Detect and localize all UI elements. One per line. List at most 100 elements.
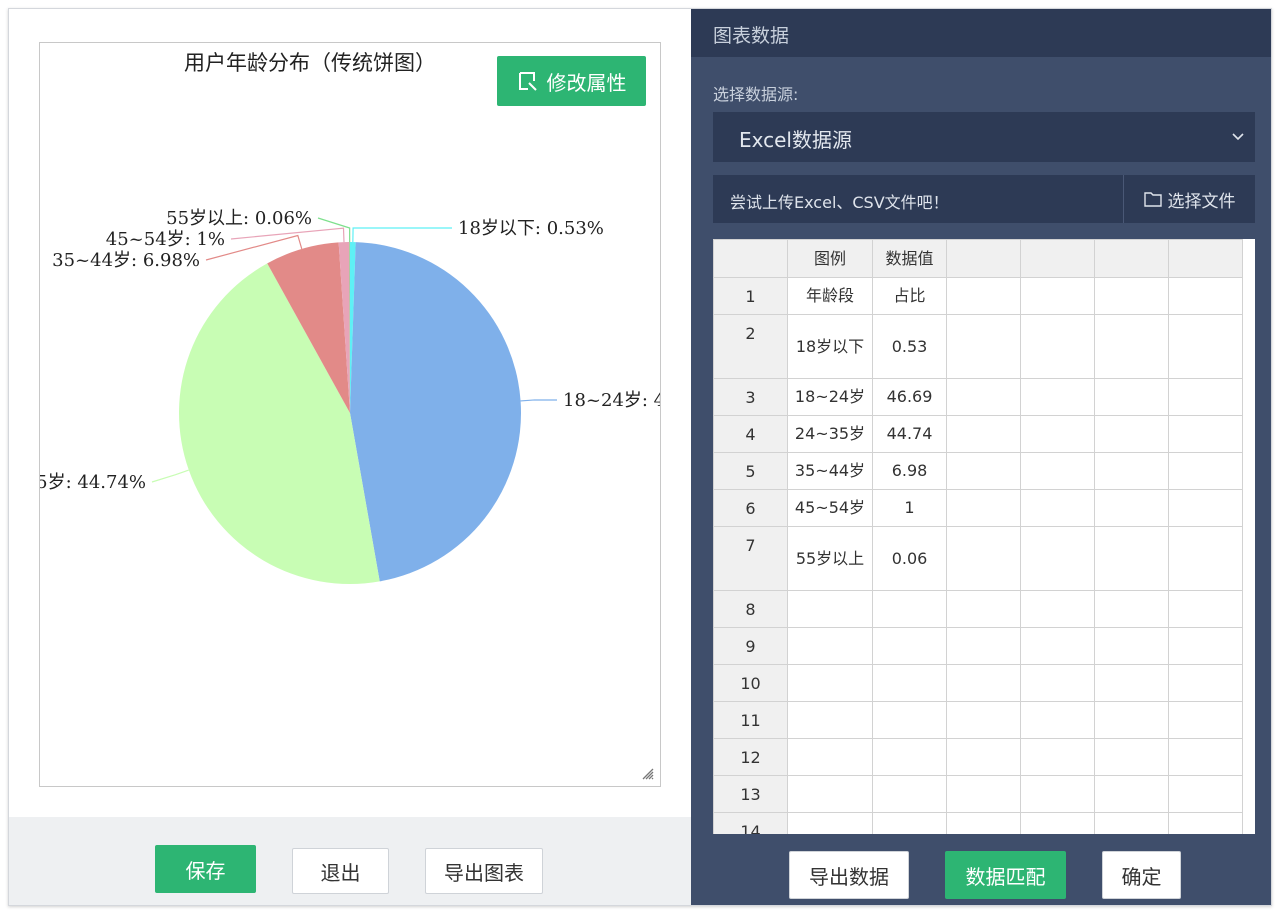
grid-cell[interactable]: 年龄段 xyxy=(787,277,873,315)
grid-cell[interactable] xyxy=(1168,627,1243,665)
grid-cell[interactable] xyxy=(946,627,1021,665)
grid-cell[interactable] xyxy=(946,277,1021,315)
grid-cell[interactable] xyxy=(1020,738,1095,776)
grid-cell[interactable] xyxy=(946,738,1021,776)
exit-button[interactable]: 退出 xyxy=(292,848,389,894)
grid-cell[interactable] xyxy=(872,775,947,813)
grid-cell[interactable] xyxy=(1094,812,1169,834)
grid-cell[interactable] xyxy=(1020,664,1095,702)
grid-cell[interactable]: 44.74 xyxy=(872,415,947,453)
grid-cell[interactable] xyxy=(787,775,873,813)
grid-cell[interactable] xyxy=(872,590,947,628)
grid-cell[interactable]: 占比 xyxy=(872,277,947,315)
grid-cell[interactable] xyxy=(946,415,1021,453)
grid-cell[interactable] xyxy=(1020,452,1095,490)
data-source-select[interactable]: Excel数据源 xyxy=(713,112,1255,162)
match-data-button[interactable]: 数据匹配 xyxy=(945,851,1066,899)
grid-cell[interactable] xyxy=(1094,627,1169,665)
grid-cell[interactable]: 18~24岁 xyxy=(787,378,873,416)
grid-cell[interactable] xyxy=(1094,489,1169,527)
grid-cell[interactable] xyxy=(1094,664,1169,702)
grid-cell[interactable]: 0.53 xyxy=(872,314,947,379)
grid-cell[interactable] xyxy=(1020,526,1095,591)
grid-column-header[interactable] xyxy=(1094,239,1169,278)
grid-cell[interactable] xyxy=(872,627,947,665)
grid-column-header[interactable] xyxy=(1020,239,1095,278)
grid-cell[interactable] xyxy=(1168,277,1243,315)
grid-cell[interactable] xyxy=(946,664,1021,702)
grid-cell[interactable] xyxy=(1168,526,1243,591)
resize-handle-icon[interactable] xyxy=(642,768,654,780)
grid-column-header[interactable]: 数据值 xyxy=(872,239,947,278)
grid-cell[interactable] xyxy=(1168,701,1243,739)
grid-cell[interactable] xyxy=(787,738,873,776)
grid-cell[interactable]: 46.69 xyxy=(872,378,947,416)
grid-cell[interactable] xyxy=(946,314,1021,379)
grid-cell[interactable] xyxy=(1094,590,1169,628)
grid-cell[interactable] xyxy=(1020,627,1095,665)
grid-cell[interactable] xyxy=(946,812,1021,834)
grid-cell[interactable] xyxy=(1094,738,1169,776)
grid-cell[interactable] xyxy=(872,738,947,776)
grid-cell[interactable] xyxy=(1020,415,1095,453)
grid-cell[interactable] xyxy=(946,526,1021,591)
grid-cell[interactable] xyxy=(946,452,1021,490)
grid-cell[interactable] xyxy=(1020,812,1095,834)
grid-cell[interactable] xyxy=(787,812,873,834)
grid-cell[interactable] xyxy=(872,812,947,834)
grid-cell[interactable]: 24~35岁 xyxy=(787,415,873,453)
grid-cell[interactable] xyxy=(1168,415,1243,453)
grid-cell[interactable] xyxy=(1168,775,1243,813)
grid-cell[interactable] xyxy=(787,590,873,628)
grid-cell[interactable]: 1 xyxy=(872,489,947,527)
grid-cell[interactable] xyxy=(872,664,947,702)
grid-column-header[interactable] xyxy=(1168,239,1243,278)
grid-cell[interactable] xyxy=(1168,738,1243,776)
grid-cell[interactable] xyxy=(1168,378,1243,416)
grid-cell[interactable] xyxy=(1020,701,1095,739)
save-button[interactable]: 保存 xyxy=(155,845,256,893)
grid-cell[interactable] xyxy=(946,701,1021,739)
grid-cell[interactable] xyxy=(1094,314,1169,379)
grid-cell[interactable] xyxy=(1020,489,1095,527)
grid-column-header[interactable] xyxy=(946,239,1021,278)
grid-cell[interactable] xyxy=(787,701,873,739)
edit-properties-button[interactable]: 修改属性 xyxy=(497,56,646,106)
grid-cell[interactable] xyxy=(1168,590,1243,628)
grid-cell[interactable] xyxy=(946,590,1021,628)
grid-cell[interactable] xyxy=(1020,277,1095,315)
grid-cell[interactable] xyxy=(1168,314,1243,379)
grid-cell[interactable] xyxy=(1168,664,1243,702)
grid-column-header[interactable] xyxy=(713,239,788,278)
grid-cell[interactable] xyxy=(787,627,873,665)
grid-cell[interactable] xyxy=(1094,378,1169,416)
grid-cell[interactable] xyxy=(946,775,1021,813)
grid-cell[interactable] xyxy=(1094,775,1169,813)
grid-cell[interactable] xyxy=(946,378,1021,416)
confirm-button[interactable]: 确定 xyxy=(1102,851,1181,899)
grid-cell[interactable] xyxy=(1094,701,1169,739)
grid-cell[interactable] xyxy=(872,701,947,739)
grid-cell[interactable] xyxy=(946,489,1021,527)
grid-cell[interactable]: 6.98 xyxy=(872,452,947,490)
grid-cell[interactable] xyxy=(1020,378,1095,416)
export-data-button[interactable]: 导出数据 xyxy=(789,851,909,899)
export-chart-button[interactable]: 导出图表 xyxy=(425,848,543,894)
grid-cell[interactable] xyxy=(787,664,873,702)
grid-cell[interactable]: 45~54岁 xyxy=(787,489,873,527)
grid-cell[interactable] xyxy=(1168,812,1243,834)
grid-cell[interactable]: 55岁以上 xyxy=(787,526,873,591)
grid-cell[interactable]: 18岁以下 xyxy=(787,314,873,379)
grid-cell[interactable] xyxy=(1094,415,1169,453)
grid-cell[interactable] xyxy=(1094,452,1169,490)
grid-column-header[interactable]: 图例 xyxy=(787,239,873,278)
grid-cell[interactable] xyxy=(1168,452,1243,490)
grid-cell[interactable] xyxy=(1020,314,1095,379)
grid-cell[interactable] xyxy=(1020,775,1095,813)
pie-slice[interactable] xyxy=(350,242,521,582)
choose-file-button[interactable]: 选择文件 xyxy=(1123,175,1255,223)
grid-cell[interactable] xyxy=(1094,277,1169,315)
grid-cell[interactable]: 0.06 xyxy=(872,526,947,591)
grid-cell[interactable]: 35~44岁 xyxy=(787,452,873,490)
grid-cell[interactable] xyxy=(1020,590,1095,628)
